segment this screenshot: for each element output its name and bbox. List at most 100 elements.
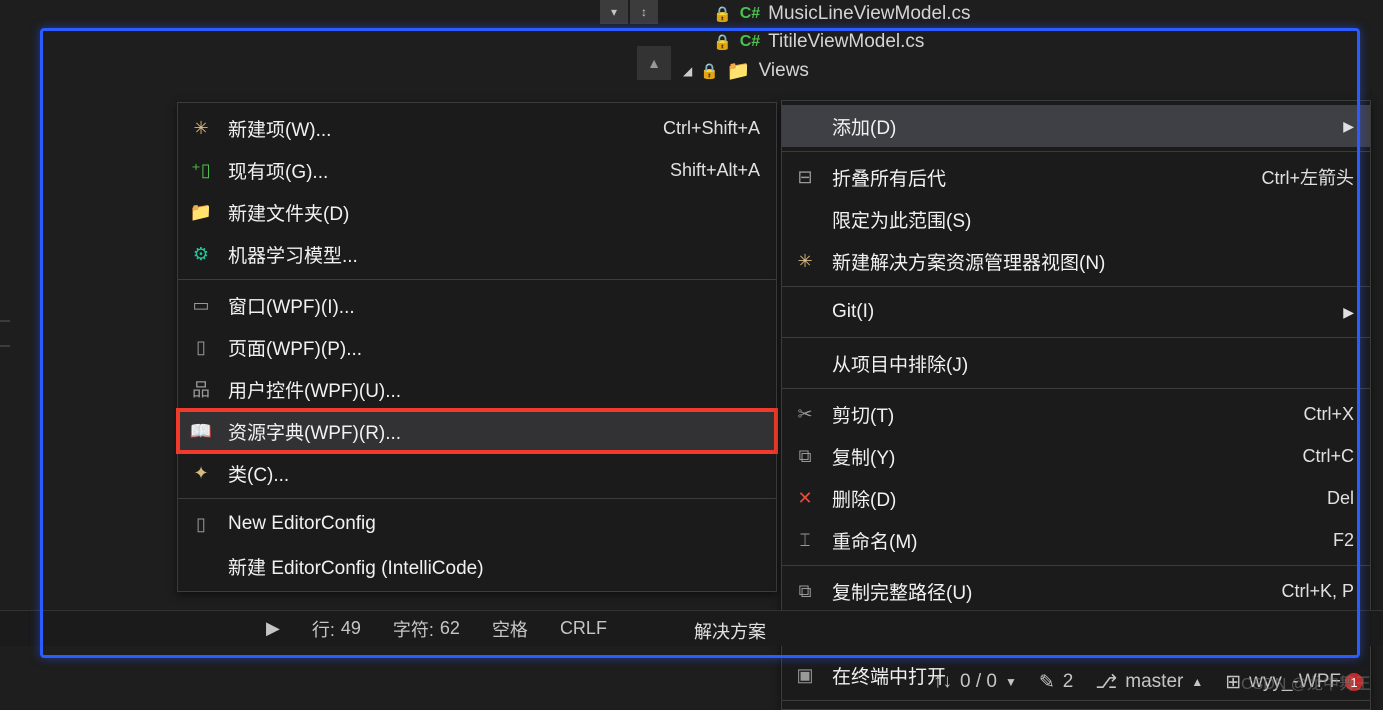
menu-label: 折叠所有后代 <box>832 164 1261 191</box>
new-editorconfig[interactable]: ▯ New EditorConfig <box>178 503 776 545</box>
repo-icon: ⊞ <box>1225 671 1241 694</box>
separator <box>782 151 1370 152</box>
menu-label: 新建项(W)... <box>228 115 663 142</box>
new-solution-view[interactable]: ✳ 新建解决方案资源管理器视图(N) <box>782 240 1370 282</box>
shortcut: Ctrl+K, P <box>1281 581 1354 602</box>
changes-status[interactable]: ✎ 2 <box>1039 671 1074 694</box>
menu-label: 资源字典(WPF)(R)... <box>228 418 760 445</box>
class-icon: ✦ <box>188 460 214 486</box>
shortcut: Ctrl+左箭头 <box>1261 164 1354 190</box>
blank-icon <box>188 553 214 579</box>
add-submenu: ✳ 新建项(W)... Ctrl+Shift+A ⁺▯ 现有项(G)... Sh… <box>177 102 777 592</box>
menu-label: 删除(D) <box>832 485 1327 512</box>
cut[interactable]: ✂ 剪切(T) Ctrl+X <box>782 393 1370 435</box>
tree-file[interactable]: 🔒 C# TitileViewModel.cs <box>683 28 1183 56</box>
menu-label: 复制完整路径(U) <box>832 578 1281 605</box>
menu-label: 复制(Y) <box>832 443 1302 470</box>
folder-icon: 📁 <box>727 59 751 83</box>
book-icon: 📖 <box>188 418 214 444</box>
copy-full-path[interactable]: ⧉ 复制完整路径(U) Ctrl+K, P <box>782 570 1370 612</box>
char-number: 62 <box>440 618 460 639</box>
line-indicator[interactable]: 行: 49 <box>306 616 367 642</box>
shortcut: F2 <box>1333 530 1354 551</box>
blank-icon <box>792 299 818 325</box>
char-indicator[interactable]: 字符: 62 <box>387 616 466 642</box>
scope-to[interactable]: 限定为此范围(S) <box>782 198 1370 240</box>
delete[interactable]: ✕ 删除(D) Del <box>782 477 1370 519</box>
rename[interactable]: ⌶ 重命名(M) F2 <box>782 519 1370 561</box>
git-menu[interactable]: Git(I) ▶ <box>782 291 1370 333</box>
separator <box>178 498 776 499</box>
sync-status[interactable]: ↑↓ 0 / 0 ▼ <box>933 671 1017 693</box>
new-editorconfig-intellicode[interactable]: 新建 EditorConfig (IntelliCode) <box>178 545 776 587</box>
existing-item[interactable]: ⁺▯ 现有项(G)... Shift+Alt+A <box>178 149 776 191</box>
menu-label: 机器学习模型... <box>228 241 760 268</box>
usercontrol-wpf[interactable]: 品 用户控件(WPF)(U)... <box>178 368 776 410</box>
collapse-all[interactable]: ⊟ 折叠所有后代 Ctrl+左箭头 <box>782 156 1370 198</box>
shortcut: Del <box>1327 488 1354 509</box>
menu-label: 页面(WPF)(P)... <box>228 334 760 361</box>
tree-file-label: MusicLineViewModel.cs <box>768 3 970 25</box>
copy[interactable]: ⧉ 复制(Y) Ctrl+C <box>782 435 1370 477</box>
window-wpf[interactable]: ▭ 窗口(WPF)(I)... <box>178 284 776 326</box>
menu-label: 新建文件夹(D) <box>228 199 760 226</box>
new-view-icon: ✳ <box>792 248 818 274</box>
changes-count: 2 <box>1063 671 1074 693</box>
branch-status[interactable]: ⎇ master ▲ <box>1095 671 1203 694</box>
line-ending-indicator[interactable]: CRLF <box>554 618 613 639</box>
sync-icon: ↑↓ <box>933 671 952 693</box>
branch-icon: ⎇ <box>1095 671 1117 694</box>
rename-icon: ⌶ <box>792 527 818 553</box>
tree-file-label: TitileViewModel.cs <box>768 31 924 53</box>
separator <box>782 565 1370 566</box>
blank-icon <box>792 206 818 232</box>
submenu-arrow-icon: ▶ <box>1343 118 1354 135</box>
page-wpf[interactable]: ▯ 页面(WPF)(P)... <box>178 326 776 368</box>
csharp-icon: C# <box>740 33 760 51</box>
copy-path-icon: ⧉ <box>792 578 818 604</box>
dropdown-icon[interactable]: ▾ <box>600 0 628 24</box>
menu-label: Git(I) <box>832 301 1335 323</box>
tree-file[interactable]: 🔒 C# MusicLineViewModel.cs <box>683 0 1183 28</box>
line-label: 行: <box>312 616 335 642</box>
lock-icon: 🔒 <box>713 5 732 23</box>
shortcut: Ctrl+X <box>1303 404 1354 425</box>
collapse-icon: ⊟ <box>792 164 818 190</box>
sync-count: 0 / 0 <box>960 671 997 693</box>
ml-model[interactable]: ⚙ 机器学习模型... <box>178 233 776 275</box>
menu-label: New EditorConfig <box>228 513 760 535</box>
menu-label: 限定为此范围(S) <box>832 206 1354 233</box>
split-icon[interactable]: ↕ <box>630 0 658 24</box>
line-number: 49 <box>341 618 361 639</box>
lock-icon: 🔒 <box>713 33 732 51</box>
copy-icon: ⧉ <box>792 443 818 469</box>
char-label: 字符: <box>393 616 434 642</box>
csharp-icon: C# <box>740 5 760 23</box>
usercontrol-icon: 品 <box>188 376 214 402</box>
exclude[interactable]: 从项目中排除(J) <box>782 342 1370 384</box>
scissors-icon: ✂ <box>792 401 818 427</box>
scroll-up-icon[interactable]: ▲ <box>637 46 671 80</box>
add-menu[interactable]: 添加(D) ▶ <box>782 105 1370 147</box>
file-icon: ▯ <box>188 511 214 537</box>
tree-folder[interactable]: ◢ 🔒 📁 Views <box>683 56 1183 86</box>
menu-label: 类(C)... <box>228 460 760 487</box>
class-item[interactable]: ✦ 类(C)... <box>178 452 776 494</box>
submenu-arrow-icon: ▶ <box>1343 304 1354 321</box>
indentation-indicator[interactable]: 空格 <box>486 616 534 642</box>
menu-label: 剪切(T) <box>832 401 1303 428</box>
menu-label: 用户控件(WPF)(U)... <box>228 376 760 403</box>
new-folder[interactable]: 📁 新建文件夹(D) <box>178 191 776 233</box>
menu-label: 新建解决方案资源管理器视图(N) <box>832 248 1354 275</box>
resourcedict-wpf[interactable]: 📖 资源字典(WPF)(R)... <box>178 410 776 452</box>
expand-icon: ◢ <box>683 64 692 78</box>
separator <box>782 286 1370 287</box>
menu-label: 新建 EditorConfig (IntelliCode) <box>228 553 760 580</box>
new-folder-icon: 📁 <box>188 199 214 225</box>
blank-icon <box>792 113 818 139</box>
menu-label: 重命名(M) <box>832 527 1333 554</box>
page-icon: ▯ <box>188 334 214 360</box>
blank-icon <box>792 350 818 376</box>
new-item[interactable]: ✳ 新建项(W)... Ctrl+Shift+A <box>178 107 776 149</box>
play-icon[interactable]: ▶ <box>260 618 286 639</box>
